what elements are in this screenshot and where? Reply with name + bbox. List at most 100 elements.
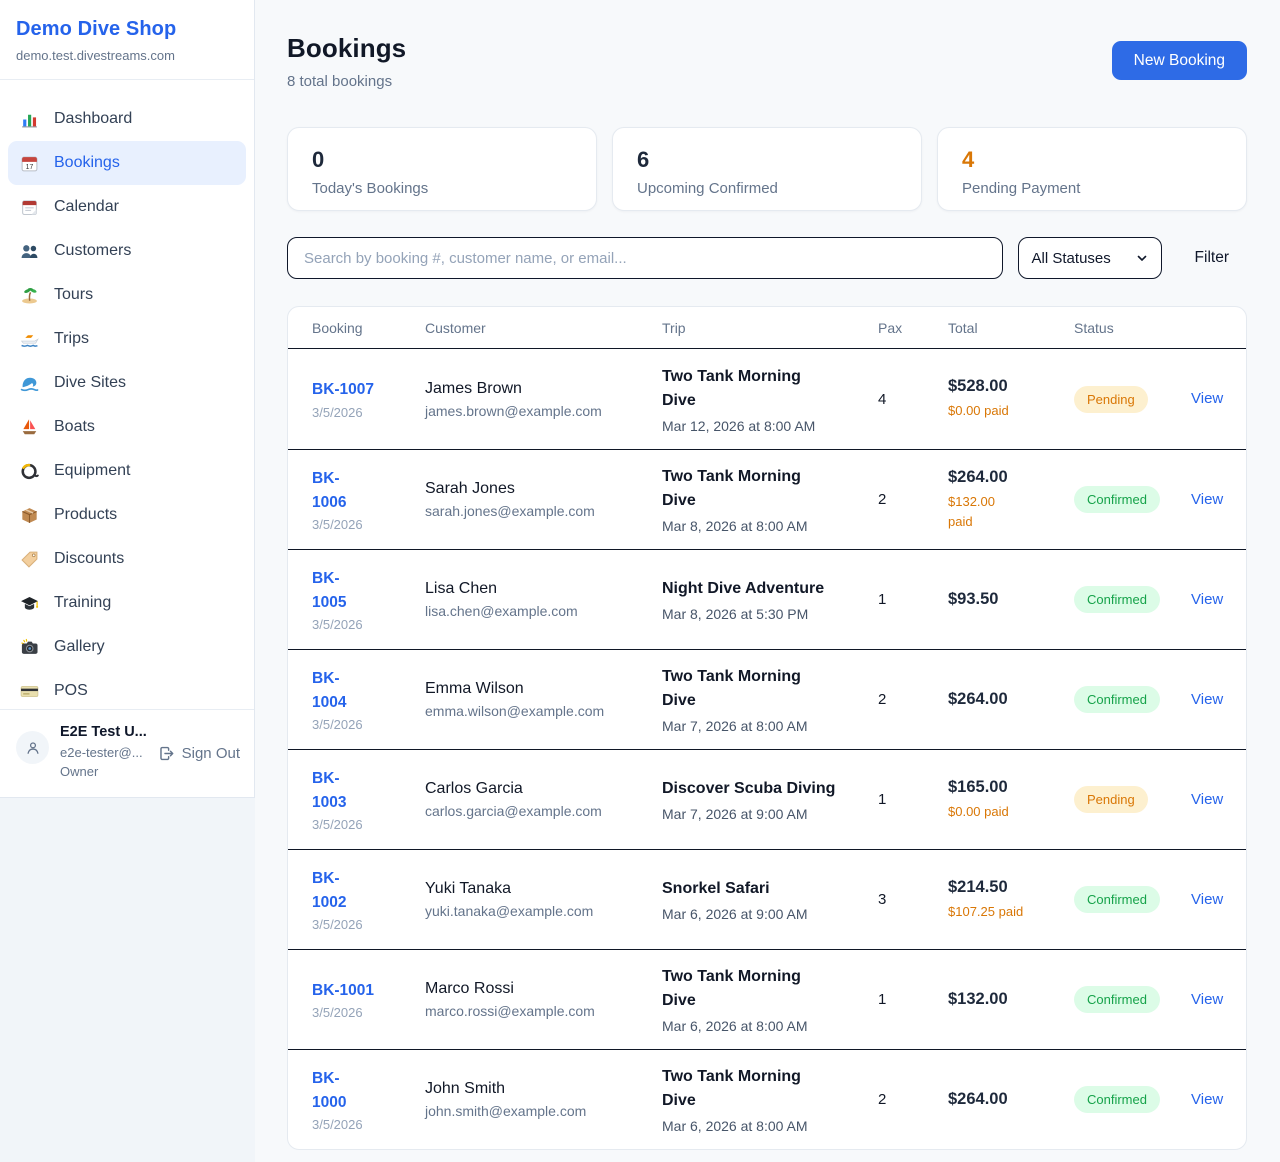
- user-email: e2e-tester@...: [60, 744, 147, 761]
- sidebar-item-label: Products: [54, 506, 117, 524]
- sidebar-item-label: Discounts: [54, 550, 124, 568]
- shop-name: Demo Dive Shop: [16, 18, 238, 41]
- sidebar-item-calendar[interactable]: Calendar: [8, 185, 246, 229]
- trip-title: Two Tank Morning Dive: [662, 1065, 837, 1113]
- trip-datetime: Mar 6, 2026 at 9:00 AM: [662, 906, 878, 922]
- customer-email: carlos.garcia@example.com: [425, 803, 662, 819]
- booking-cell: BK-1007 3/5/2026: [312, 378, 425, 419]
- sidebar-item-gallery[interactable]: Gallery: [8, 625, 246, 669]
- booking-id-link[interactable]: BK-1005: [312, 570, 346, 610]
- filter-button[interactable]: Filter: [1177, 249, 1247, 267]
- sidebar-item-label: Customers: [54, 242, 131, 260]
- sidebar-item-products[interactable]: Products: [8, 493, 246, 537]
- grad-cap-icon: [20, 594, 39, 613]
- booking-id-link[interactable]: BK-1004: [312, 670, 346, 710]
- pax-cell: 2: [878, 1091, 948, 1108]
- sidebar-item-pos[interactable]: POS: [8, 669, 246, 713]
- sidebar-item-tours[interactable]: Tours: [8, 273, 246, 317]
- customer-name: Lisa Chen: [425, 580, 662, 598]
- stat-label: Pending Payment: [962, 180, 1222, 197]
- sidebar-item-label: Dashboard: [54, 110, 132, 128]
- sidebar-user-section: E2E Test U... e2e-tester@... Owner Sign …: [0, 709, 254, 797]
- shop-domain: demo.test.divestreams.com: [16, 48, 238, 63]
- trip-cell: Discover Scuba Diving Mar 7, 2026 at 9:0…: [662, 777, 878, 822]
- view-link[interactable]: View: [1191, 791, 1223, 808]
- view-link[interactable]: View: [1191, 891, 1223, 908]
- sidebar-item-dive-sites[interactable]: Dive Sites: [8, 361, 246, 405]
- total-amount: $528.00: [948, 377, 1074, 396]
- status-cell: Confirmed: [1074, 486, 1191, 513]
- avatar: [16, 731, 49, 764]
- user-name: E2E Test U...: [60, 723, 147, 742]
- view-link[interactable]: View: [1191, 691, 1223, 708]
- customer-name: Marco Rossi: [425, 980, 662, 998]
- sidebar-item-label: Boats: [54, 418, 95, 436]
- customer-email: john.smith@example.com: [425, 1103, 662, 1119]
- sign-out-icon: [158, 745, 175, 762]
- booking-date: 3/5/2026: [312, 517, 425, 532]
- status-cell: Confirmed: [1074, 1086, 1191, 1113]
- total-cell: $528.00 $0.00 paid: [948, 377, 1074, 421]
- sidebar-item-discounts[interactable]: Discounts: [8, 537, 246, 581]
- stat-value: 4: [962, 147, 1222, 173]
- booking-id-link[interactable]: BK-1003: [312, 770, 346, 810]
- sidebar: Demo Dive Shop demo.test.divestreams.com…: [0, 0, 255, 798]
- view-link[interactable]: View: [1191, 1091, 1223, 1108]
- sidebar-item-customers[interactable]: Customers: [8, 229, 246, 273]
- booking-id-link[interactable]: BK-1000: [312, 1070, 346, 1110]
- customer-name: James Brown: [425, 380, 662, 398]
- tearoff-calendar-icon: [20, 198, 39, 217]
- sidebar-item-equipment[interactable]: Equipment: [8, 449, 246, 493]
- status-select[interactable]: All Statuses: [1018, 237, 1162, 279]
- sidebar-item-bookings[interactable]: 17 Bookings: [8, 141, 246, 185]
- sidebar-item-training[interactable]: Training: [8, 581, 246, 625]
- view-link[interactable]: View: [1191, 390, 1223, 407]
- customer-cell: James Brown james.brown@example.com: [425, 380, 662, 419]
- booking-id-link[interactable]: BK-1006: [312, 470, 346, 510]
- customer-cell: Yuki Tanaka yuki.tanaka@example.com: [425, 880, 662, 919]
- stat-card: 0Today's Bookings: [287, 127, 597, 211]
- customer-name: Emma Wilson: [425, 680, 662, 698]
- sidebar-item-label: Bookings: [54, 154, 120, 172]
- booking-cell: BK-1004 3/5/2026: [312, 667, 425, 732]
- sidebar-item-dashboard[interactable]: Dashboard: [8, 97, 246, 141]
- pax-cell: 3: [878, 891, 948, 908]
- page-header: Bookings 8 total bookings New Booking: [287, 33, 1247, 90]
- view-link[interactable]: View: [1191, 991, 1223, 1008]
- svg-text:17: 17: [26, 163, 34, 170]
- booking-date: 3/5/2026: [312, 617, 425, 632]
- customer-cell: Carlos Garcia carlos.garcia@example.com: [425, 780, 662, 819]
- status-badge: Confirmed: [1074, 1086, 1160, 1113]
- view-link[interactable]: View: [1191, 491, 1223, 508]
- booking-id-link[interactable]: BK-1007: [312, 381, 374, 398]
- view-link[interactable]: View: [1191, 591, 1223, 608]
- table-row: BK-1000 3/5/2026 John Smith john.smith@e…: [288, 1049, 1246, 1149]
- sign-out-button[interactable]: Sign Out: [158, 745, 240, 762]
- table-header: BookingCustomerTripPaxTotalStatus: [288, 307, 1246, 349]
- trip-cell: Two Tank Morning Dive Mar 6, 2026 at 8:0…: [662, 965, 878, 1034]
- status-select-value: All Statuses: [1032, 250, 1111, 267]
- camera-icon: [20, 638, 39, 657]
- sidebar-item-boats[interactable]: Boats: [8, 405, 246, 449]
- new-booking-button[interactable]: New Booking: [1112, 41, 1247, 80]
- total-amount: $132.00: [948, 990, 1074, 1009]
- booking-id-link[interactable]: BK-1001: [312, 982, 374, 999]
- booking-id-link[interactable]: BK-1002: [312, 870, 346, 910]
- booking-date: 3/5/2026: [312, 817, 425, 832]
- left-background-strip: [0, 798, 255, 1162]
- user-role: Owner: [60, 763, 147, 780]
- booking-cell: BK-1005 3/5/2026: [312, 567, 425, 632]
- status-badge: Confirmed: [1074, 886, 1160, 913]
- user-info: E2E Test U... e2e-tester@... Owner: [60, 723, 147, 780]
- trip-datetime: Mar 6, 2026 at 8:00 AM: [662, 1118, 878, 1134]
- customer-email: sarah.jones@example.com: [425, 503, 662, 519]
- customer-email: james.brown@example.com: [425, 403, 662, 419]
- chevron-down-icon: [1136, 252, 1148, 264]
- search-input[interactable]: [287, 237, 1003, 279]
- pax-cell: 4: [878, 391, 948, 408]
- page-title: Bookings: [287, 33, 406, 64]
- status-badge: Confirmed: [1074, 486, 1160, 513]
- table-row: BK-1006 3/5/2026 Sarah Jones sarah.jones…: [288, 449, 1246, 549]
- sailboat-icon: [20, 418, 39, 437]
- sidebar-item-trips[interactable]: Trips: [8, 317, 246, 361]
